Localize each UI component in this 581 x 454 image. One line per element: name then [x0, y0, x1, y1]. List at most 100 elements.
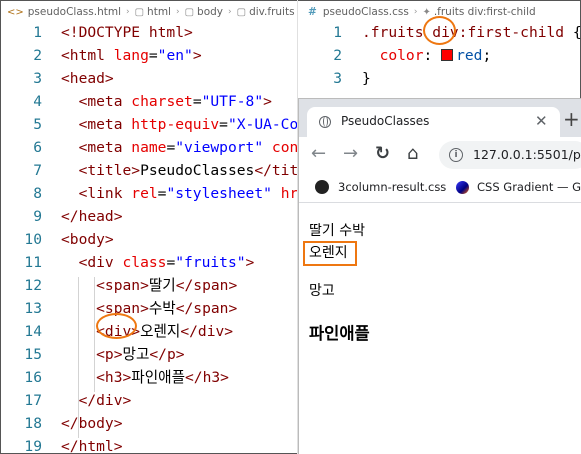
code-line[interactable]: 2 <html lang="en">	[1, 44, 297, 67]
code-token: <meta	[61, 93, 132, 110]
code-text[interactable]: </div>	[61, 389, 132, 412]
code-line[interactable]: 5 <meta http-equiv="X-UA-Com	[1, 113, 297, 136]
code-token: cont	[271, 139, 297, 156]
code-token: hre	[280, 185, 297, 202]
annotation-circle-html-div	[96, 313, 137, 339]
code-text[interactable]: <!DOCTYPE html>	[61, 21, 193, 44]
tab-pseudoclasses[interactable]: PseudoClasses ✕	[307, 107, 560, 137]
code-text[interactable]: <div>오렌지</div>	[61, 320, 233, 343]
code-token: class	[122, 254, 167, 271]
code-token: ;	[482, 47, 492, 64]
breadcrumb-css-file[interactable]: pseudoClass.css	[323, 6, 409, 18]
code-line[interactable]: 2 color: red;	[298, 44, 580, 67]
reload-icon[interactable]: ↻	[375, 143, 390, 164]
address-bar[interactable]: i 127.0.0.1:5501/ps	[439, 141, 581, 169]
url-text[interactable]: 127.0.0.1:5501/ps	[473, 147, 581, 162]
code-text[interactable]: <link rel="stylesheet" hre	[61, 182, 297, 205]
code-line[interactable]: 17 </div>	[1, 389, 297, 412]
code-text[interactable]: <p>망고</p>	[61, 343, 185, 366]
html-file-icon: <>	[7, 6, 24, 18]
line-number: 8	[33, 185, 42, 202]
forward-icon[interactable]: →	[343, 143, 358, 164]
code-text[interactable]: <div class="fruits">	[61, 251, 255, 274]
code-line[interactable]: 13 <span>수박</span>	[1, 297, 297, 320]
code-text[interactable]: </body>	[61, 412, 123, 435]
code-token: 딸기	[148, 277, 176, 294]
code-line[interactable]: 19 </html>	[1, 435, 297, 453]
code-line[interactable]: 14 <div>오렌지</div>	[1, 320, 297, 343]
code-text[interactable]: <meta name="viewport" cont	[61, 136, 297, 159]
code-line[interactable]: 16 <h3>파인애플</h3>	[1, 366, 297, 389]
html-editor-pane[interactable]: <> pseudoClass.html › ▢ html › ▢ body › …	[1, 1, 297, 453]
line-number: 2	[33, 47, 42, 64]
code-line[interactable]: 7 <title>PseudoClasses</titl	[1, 159, 297, 182]
rule-icon: ✦	[422, 6, 431, 18]
code-line[interactable]: 10 <body>	[1, 228, 297, 251]
code-token: </div>	[180, 323, 234, 340]
pineapple-heading: 파인애플	[309, 324, 370, 343]
code-text[interactable]: <h3>파인애플</h3>	[61, 366, 229, 389]
code-text[interactable]: <body>	[61, 228, 114, 251]
code-token: <meta	[61, 139, 132, 156]
browser-toolbar: ← → ↻ ⌂ i 127.0.0.1:5501/ps	[299, 137, 581, 173]
bookmark-label: CSS Gradient — G	[477, 180, 581, 194]
code-text[interactable]: <html lang="en">	[61, 44, 202, 67]
code-line[interactable]: 6 <meta name="viewport" cont	[1, 136, 297, 159]
code-token: </body>	[61, 415, 123, 432]
breadcrumb-html[interactable]: html	[147, 6, 171, 18]
code-line[interactable]: 18 </body>	[1, 412, 297, 435]
code-line[interactable]: 8 <link rel="stylesheet" hre	[1, 182, 297, 205]
code-line[interactable]: 9 </head>	[1, 205, 297, 228]
code-line[interactable]: 3}	[298, 67, 580, 90]
line-number: 5	[33, 116, 42, 133]
code-token: "en"	[157, 47, 193, 64]
line-number: 3	[333, 70, 342, 87]
code-token: >	[263, 93, 272, 110]
code-line[interactable]: 11 <div class="fruits">	[1, 251, 297, 274]
code-text[interactable]: <span>딸기</span>	[61, 274, 237, 297]
chevron-right-icon: ›	[228, 7, 232, 17]
bookmark-label: 3column-result.css	[338, 180, 447, 194]
code-token: <html	[61, 47, 114, 64]
code-text[interactable]: color: red;	[362, 44, 492, 67]
code-text[interactable]: </head>	[61, 205, 123, 228]
bookmark-item[interactable]: CSS Gradient — G	[456, 180, 581, 194]
new-tab-button[interactable]: +	[563, 109, 580, 129]
breadcrumb-css-rule[interactable]: .fruits div:first-child	[434, 6, 536, 18]
code-token: <link	[61, 185, 132, 202]
code-token: <span>	[61, 277, 149, 294]
site-info-icon[interactable]: i	[449, 148, 463, 162]
back-icon[interactable]: ←	[311, 143, 326, 164]
chevron-right-icon: ›	[413, 7, 418, 17]
github-icon	[315, 180, 329, 194]
code-text[interactable]: <title>PseudoClasses</titl	[61, 159, 297, 182]
code-token: </p>	[149, 346, 185, 363]
close-icon[interactable]: ✕	[535, 112, 548, 130]
code-text[interactable]: <meta charset="UTF-8">	[61, 90, 272, 113]
breadcrumb-div-fruits[interactable]: div.fruits	[249, 6, 295, 18]
code-token: <meta	[61, 116, 132, 133]
code-line[interactable]: 15 <p>망고</p>	[1, 343, 297, 366]
bookmark-item[interactable]: 3column-result.css	[315, 180, 446, 194]
code-text[interactable]: <span>수박</span>	[61, 297, 237, 320]
code-text[interactable]: <head>	[61, 67, 114, 90]
breadcrumb-body[interactable]: body	[197, 6, 223, 18]
code-text[interactable]: .fruits div:first-child {	[362, 21, 581, 44]
code-line[interactable]: 3 <head>	[1, 67, 297, 90]
code-text[interactable]: </html>	[61, 435, 123, 453]
code-token: <body>	[61, 231, 114, 248]
code-token: "stylesheet"	[166, 185, 272, 202]
code-text[interactable]: <meta http-equiv="X-UA-Com	[61, 113, 297, 136]
code-line[interactable]: 1 <!DOCTYPE html>	[1, 21, 297, 44]
browser-window: PseudoClasses ✕ + ← → ↻ ⌂ i 127.0.0.1:55…	[298, 98, 581, 454]
code-text[interactable]: }	[362, 67, 371, 90]
line-number: 17	[24, 392, 42, 409]
code-token: </html>	[61, 438, 123, 453]
code-line[interactable]: 12 <span>딸기</span>	[1, 274, 297, 297]
breadcrumb-file[interactable]: pseudoClass.html	[28, 6, 121, 18]
css-file-icon: #	[308, 6, 317, 18]
code-token: 파인애플	[131, 369, 186, 386]
home-icon[interactable]: ⌂	[407, 143, 418, 164]
code-line[interactable]: 4 <meta charset="UTF-8">	[1, 90, 297, 113]
